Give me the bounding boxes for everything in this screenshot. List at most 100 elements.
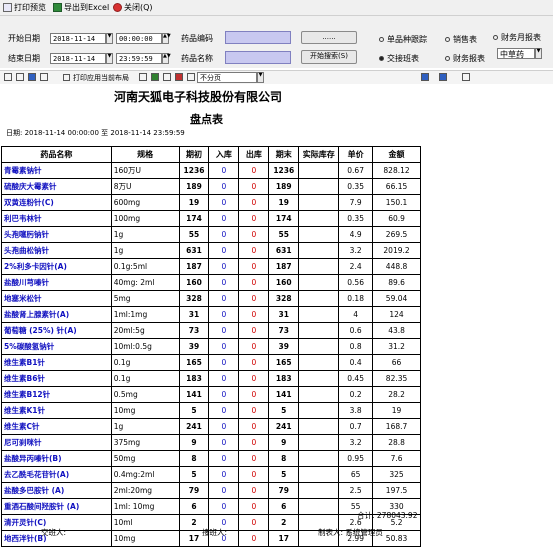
- table-row[interactable]: 地塞米松针 5mg 328 0 0 328 0.18 59.04: [1, 290, 421, 307]
- radio-icon: [493, 35, 498, 40]
- end-date-dropdown[interactable]: ▼: [106, 53, 113, 64]
- column-header: 期末: [268, 146, 300, 163]
- column-header: 规格: [110, 146, 180, 163]
- settings-icon[interactable]: [40, 73, 48, 81]
- table-cell: 160: [268, 274, 300, 291]
- table-row[interactable]: 盐酸川芎嗪针 40mg: 2ml 160 0 0 160 0.56 89.6: [1, 274, 421, 291]
- chevron-down-icon[interactable]: ▼: [257, 72, 264, 83]
- table-cell: 150.1: [372, 194, 421, 211]
- table-cell: 0: [208, 498, 240, 515]
- table-body: 青霉素钠针 160万U 1236 0 0 1236 0.67 828.12 硫酸庆大霉素针 8万U…: [1, 162, 421, 547]
- export-excel-button[interactable]: 导出到Excel: [53, 2, 109, 13]
- find-next-icon[interactable]: [439, 73, 447, 81]
- radio-single-item[interactable]: 单品种跟踪: [379, 34, 427, 45]
- pdf-icon[interactable]: [175, 73, 183, 81]
- find-icon[interactable]: [421, 73, 429, 81]
- table-cell: 141: [268, 386, 300, 403]
- table-row[interactable]: 维生素K1针 10mg 5 0 0 5 3.8 19: [1, 402, 421, 419]
- table-cell: 头孢噻肟钠针: [1, 226, 112, 243]
- table-cell: 3.2: [338, 242, 374, 259]
- radio-sales[interactable]: 销售表: [445, 34, 477, 45]
- search-button[interactable]: 开始搜索(S): [301, 50, 357, 64]
- export-icon[interactable]: [151, 73, 159, 81]
- drug-name-input[interactable]: [225, 51, 291, 64]
- table-cell: 174: [268, 210, 300, 227]
- table-cell: 89.6: [372, 274, 421, 291]
- zoom-icon[interactable]: [163, 73, 171, 81]
- table-cell: 19: [268, 194, 300, 211]
- table-row[interactable]: 青霉素钠针 160万U 1236 0 0 1236 0.67 828.12: [1, 162, 421, 179]
- table-cell: 160万U: [110, 162, 180, 179]
- start-time-spinner[interactable]: ▲▼: [162, 33, 171, 44]
- filter-panel: 开始日期 2018-11-14 ▼ 00:00:00 ▲▼ 结束日期 2018-…: [0, 16, 553, 68]
- table-cell: 0.4mg:2ml: [110, 466, 180, 483]
- end-time-spinner[interactable]: ▲▼: [162, 53, 171, 64]
- table-cell: 328: [268, 290, 300, 307]
- category-select[interactable]: 中草药: [497, 48, 535, 59]
- start-date-input[interactable]: 2018-11-14: [50, 33, 106, 44]
- table-cell: 7.9: [338, 194, 374, 211]
- table-row[interactable]: 盐酸肾上腺素针(A) 1ml:1mg 31 0 0 31 4 124: [1, 306, 421, 323]
- end-time-input[interactable]: 23:59:59: [116, 53, 162, 64]
- table-cell: 0: [238, 274, 270, 291]
- table-cell: [298, 482, 340, 499]
- radio-finance[interactable]: 财务报表: [445, 53, 485, 64]
- table-cell: [298, 450, 340, 467]
- table-row[interactable]: 硫酸庆大霉素针 8万U 189 0 0 189 0.35 66.15: [1, 178, 421, 195]
- radio-handover-label: 交接班表: [387, 54, 419, 63]
- table-row[interactable]: 盐酸多巴胺针 (A) 2ml:20mg 79 0 0 79 2.5 197.5: [1, 482, 421, 499]
- table-row[interactable]: 头孢噻肟钠针 1g 55 0 0 55 4.9 269.5: [1, 226, 421, 243]
- table-cell: 0: [238, 162, 270, 179]
- table-cell: 0: [238, 370, 270, 387]
- table-cell: 0: [208, 194, 240, 211]
- browse-button[interactable]: ......: [301, 31, 357, 44]
- table-row[interactable]: 尼可刹咪针 375mg 9 0 0 9 3.2 28.8: [1, 434, 421, 451]
- start-date-dropdown[interactable]: ▼: [106, 33, 113, 44]
- table-cell: 828.12: [372, 162, 421, 179]
- table-row[interactable]: 葡萄糖 (25%) 针(A) 20ml:5g 73 0 0 73 0.6 43.8: [1, 322, 421, 339]
- page-mode-select[interactable]: 不分页: [197, 72, 257, 83]
- table-cell: 0: [238, 530, 270, 547]
- close-label: 关闭(Q): [124, 3, 153, 12]
- table-row[interactable]: 维生素B6针 0.1g 183 0 0 183 0.45 82.35: [1, 370, 421, 387]
- page-setup-icon[interactable]: [16, 73, 24, 81]
- table-cell: 0: [238, 418, 270, 435]
- table-row[interactable]: 头孢曲松钠针 1g 631 0 0 631 3.2 2019.2: [1, 242, 421, 259]
- table-cell: 43.8: [372, 322, 421, 339]
- table-cell: 0.1g: [110, 370, 180, 387]
- top-toolbar: 打印预览 导出到Excel 关闭(Q): [0, 0, 553, 16]
- close-button[interactable]: 关闭(Q): [113, 2, 153, 13]
- table-cell: 0: [238, 290, 270, 307]
- checkbox-icon[interactable]: [63, 74, 70, 81]
- table-row[interactable]: 盐酸异丙嗪针(B) 50mg 8 0 0 8 0.95 7.6: [1, 450, 421, 467]
- table-row[interactable]: 双黄连粉针(C) 600mg 19 0 0 19 7.9 150.1: [1, 194, 421, 211]
- drug-code-input[interactable]: [225, 31, 291, 44]
- table-row[interactable]: 维生素B1针 0.1g 165 0 0 165 0.4 66: [1, 354, 421, 371]
- radio-monthly[interactable]: 财务月报表: [493, 32, 541, 43]
- table-cell: 盐酸异丙嗪针(B): [1, 450, 112, 467]
- layout-icon[interactable]: [139, 73, 147, 81]
- first-page-icon[interactable]: [462, 73, 470, 81]
- table-row[interactable]: 维生素C针 1g 241 0 0 241 0.7 168.7: [1, 418, 421, 435]
- date-range: 日期: 2018-11-14 00:00:00 至 2018-11-14 23:…: [6, 129, 185, 137]
- chevron-down-icon[interactable]: ▼: [535, 48, 542, 59]
- print-preview-button[interactable]: 打印预览: [3, 2, 46, 13]
- table-row[interactable]: 去乙酰毛花苷针(A) 0.4mg:2ml 5 0 0 5 65 325: [1, 466, 421, 483]
- table-cell: 17: [268, 530, 300, 547]
- handover-person-label: 交班人:: [41, 528, 67, 537]
- table-cell: [298, 466, 340, 483]
- table-cell: 241: [178, 418, 210, 435]
- start-time-input[interactable]: 00:00:00: [116, 33, 162, 44]
- table-row[interactable]: 利巴韦林针 100mg 174 0 0 174 0.35 60.9: [1, 210, 421, 227]
- print-icon[interactable]: [4, 73, 12, 81]
- table-row[interactable]: 2%利多卡因针(A) 0.1g:5ml 187 0 0 187 2.4 448.8: [1, 258, 421, 275]
- table-row[interactable]: 5%碳酸氢钠针 10ml:0.5g 39 0 0 39 0.8 31.2: [1, 338, 421, 355]
- table-cell: 维生素B1针: [1, 354, 112, 371]
- table-row[interactable]: 维生素B12针 0.5mg 141 0 0 141 0.2 28.2: [1, 386, 421, 403]
- radio-handover[interactable]: 交接班表: [379, 53, 419, 64]
- table-cell: 0.45: [338, 370, 374, 387]
- page-icon[interactable]: [187, 73, 195, 81]
- table-cell: 325: [372, 466, 421, 483]
- end-date-input[interactable]: 2018-11-14: [50, 53, 106, 64]
- book-icon[interactable]: [28, 73, 36, 81]
